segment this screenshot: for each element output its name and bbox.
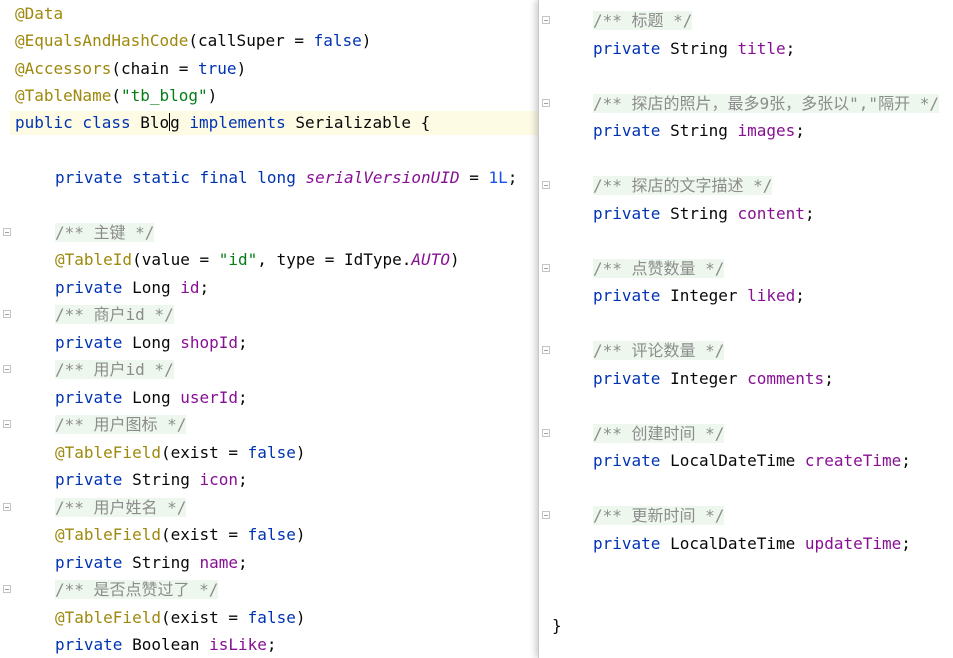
- doc-comment: /** 探店的照片，最多9张，多张以","隔开 */: [593, 94, 939, 113]
- code-line: private Long userId;: [55, 388, 248, 407]
- fold-marker-icon[interactable]: [3, 420, 11, 428]
- doc-comment: /** 用户图标 */: [55, 415, 187, 434]
- code-editor-left[interactable]: @Data @EqualsAndHashCode(callSuper = fal…: [0, 0, 541, 658]
- fold-marker-icon[interactable]: [542, 99, 550, 107]
- code-line: private LocalDateTime updateTime;: [593, 534, 911, 553]
- doc-comment: /** 是否点赞过了 */: [55, 580, 219, 599]
- fold-marker-icon[interactable]: [542, 429, 550, 437]
- fold-marker-icon[interactable]: [542, 181, 550, 189]
- code-line: private LocalDateTime createTime;: [593, 451, 911, 470]
- code-line: private static final long serialVersionU…: [55, 168, 518, 187]
- doc-comment: /** 商户id */: [55, 305, 174, 324]
- code-line: @TableId(value = "id", type = IdType.AUT…: [55, 250, 460, 269]
- doc-comment: /** 更新时间 */: [593, 506, 725, 525]
- fold-marker-icon[interactable]: [542, 511, 550, 519]
- doc-comment: /** 主键 */: [55, 223, 155, 242]
- doc-comment: /** 探店的文字描述 */: [593, 176, 773, 195]
- code-line: private Long shopId;: [55, 333, 248, 352]
- fold-marker-icon[interactable]: [3, 310, 11, 318]
- code-line: @EqualsAndHashCode(callSuper = false): [15, 31, 372, 50]
- fold-marker-icon[interactable]: [3, 585, 11, 593]
- current-line[interactable]: public class Blog implements Serializabl…: [10, 111, 540, 135]
- code-line: private Boolean isLike;: [55, 635, 277, 654]
- code-line: private Integer liked;: [593, 286, 805, 305]
- code-line: private String images;: [593, 121, 805, 140]
- code-line: private String name;: [55, 553, 248, 572]
- code-line: private Long id;: [55, 278, 210, 297]
- code-line: private String content;: [593, 204, 815, 223]
- fold-marker-icon[interactable]: [542, 346, 550, 354]
- code-line: @TableField(exist = false): [55, 608, 306, 627]
- code-line: @TableName("tb_blog"): [15, 86, 218, 105]
- code-line: @Data: [15, 4, 64, 23]
- doc-comment: /** 点赞数量 */: [593, 259, 725, 278]
- fold-marker-icon[interactable]: [3, 228, 11, 236]
- code-line: @TableField(exist = false): [55, 525, 306, 544]
- code-line: @TableField(exist = false): [55, 443, 306, 462]
- code-line: private String title;: [593, 39, 796, 58]
- doc-comment: /** 标题 */: [593, 11, 693, 30]
- doc-comment: /** 用户id */: [55, 360, 174, 379]
- fold-marker-icon[interactable]: [542, 264, 550, 272]
- doc-comment: /** 评论数量 */: [593, 341, 725, 360]
- code-editor-right[interactable]: /** 标题 */ private String title; /** 探店的照…: [538, 0, 953, 658]
- code-line: private String icon;: [55, 470, 248, 489]
- code-line: private Integer comments;: [593, 369, 834, 388]
- doc-comment: /** 用户姓名 */: [55, 498, 187, 517]
- fold-marker-icon[interactable]: [3, 365, 11, 373]
- fold-marker-icon[interactable]: [542, 16, 550, 24]
- closing-brace: }: [552, 616, 562, 635]
- doc-comment: /** 创建时间 */: [593, 424, 725, 443]
- code-line: @Accessors(chain = true): [15, 59, 247, 78]
- fold-marker-icon[interactable]: [3, 503, 11, 511]
